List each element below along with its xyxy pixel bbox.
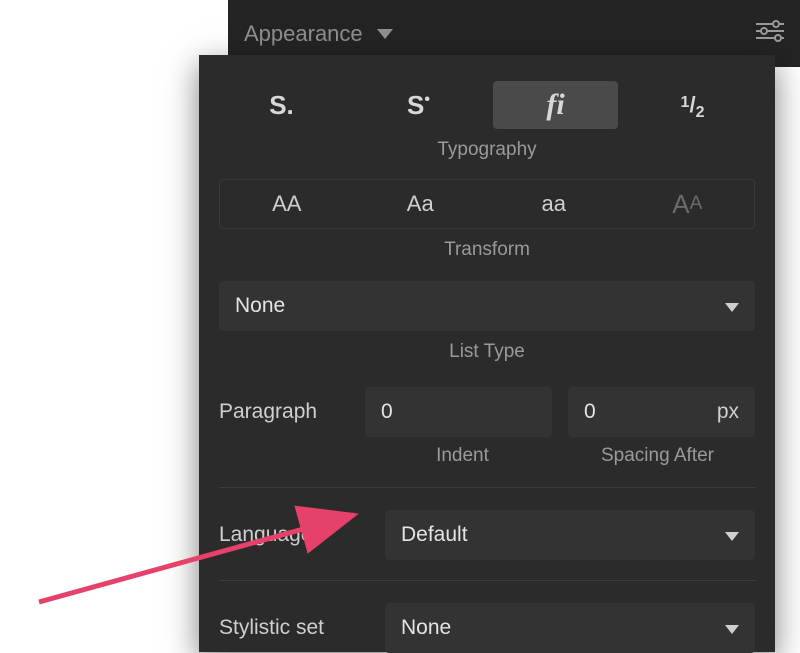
spacing-after-input[interactable]: 0 px bbox=[568, 387, 755, 437]
transform-section-label: Transform bbox=[199, 239, 775, 261]
transform-smallcaps-button[interactable]: AA bbox=[621, 180, 755, 228]
chevron-down-icon bbox=[725, 294, 739, 318]
s-bullet-label: S• bbox=[407, 90, 430, 121]
paragraph-row: Paragraph 0 0 px bbox=[219, 387, 755, 437]
divider bbox=[219, 580, 755, 581]
divider bbox=[219, 487, 755, 488]
s-dot-label: S. bbox=[269, 90, 294, 121]
paragraph-sublabels: Indent Spacing After bbox=[219, 445, 755, 467]
panel-title[interactable]: Appearance bbox=[244, 21, 363, 47]
list-type-dropdown[interactable]: None bbox=[219, 281, 755, 331]
chevron-down-icon bbox=[725, 616, 739, 640]
transform-lowercase-button[interactable]: aa bbox=[487, 180, 621, 228]
stylistic-set-row: Stylistic set None bbox=[219, 603, 755, 653]
list-type-section-label: List Type bbox=[199, 341, 775, 363]
typography-buttons: S. S• fi 1/2 bbox=[199, 55, 775, 129]
language-dropdown[interactable]: Default bbox=[385, 510, 755, 560]
appearance-panel: S. S• fi 1/2 Typography AA Aa aa AA Tran… bbox=[199, 55, 775, 652]
transform-titlecase-button[interactable]: Aa bbox=[354, 180, 488, 228]
language-label: Language bbox=[219, 523, 369, 547]
chevron-down-icon[interactable] bbox=[377, 29, 393, 39]
indent-value: 0 bbox=[381, 400, 393, 424]
indent-sublabel: Indent bbox=[365, 445, 560, 467]
paragraph-label: Paragraph bbox=[219, 400, 349, 424]
fi-label: fi bbox=[546, 88, 564, 122]
transform-uppercase-button[interactable]: AA bbox=[220, 180, 354, 228]
list-type-value: None bbox=[235, 294, 285, 318]
half-fraction-label: 1/2 bbox=[681, 92, 705, 118]
indent-input[interactable]: 0 bbox=[365, 387, 552, 437]
typography-discretionary-ligatures-button[interactable]: S• bbox=[356, 81, 481, 129]
language-row: Language Default bbox=[219, 510, 755, 560]
sliders-icon[interactable] bbox=[756, 20, 784, 47]
chevron-down-icon bbox=[725, 523, 739, 547]
stylistic-set-label: Stylistic set bbox=[219, 616, 369, 640]
typography-fractions-button[interactable]: 1/2 bbox=[630, 81, 755, 129]
stylistic-set-dropdown[interactable]: None bbox=[385, 603, 755, 653]
spacing-unit: px bbox=[717, 400, 739, 424]
typography-ligatures-button[interactable]: fi bbox=[493, 81, 618, 129]
stylistic-set-value: None bbox=[401, 616, 451, 640]
typography-standard-ligatures-button[interactable]: S. bbox=[219, 81, 344, 129]
spacing-value: 0 bbox=[584, 400, 596, 424]
transform-buttons: AA Aa aa AA bbox=[219, 179, 755, 229]
spacing-after-sublabel: Spacing After bbox=[560, 445, 755, 467]
typography-section-label: Typography bbox=[199, 139, 775, 161]
language-value: Default bbox=[401, 523, 468, 547]
